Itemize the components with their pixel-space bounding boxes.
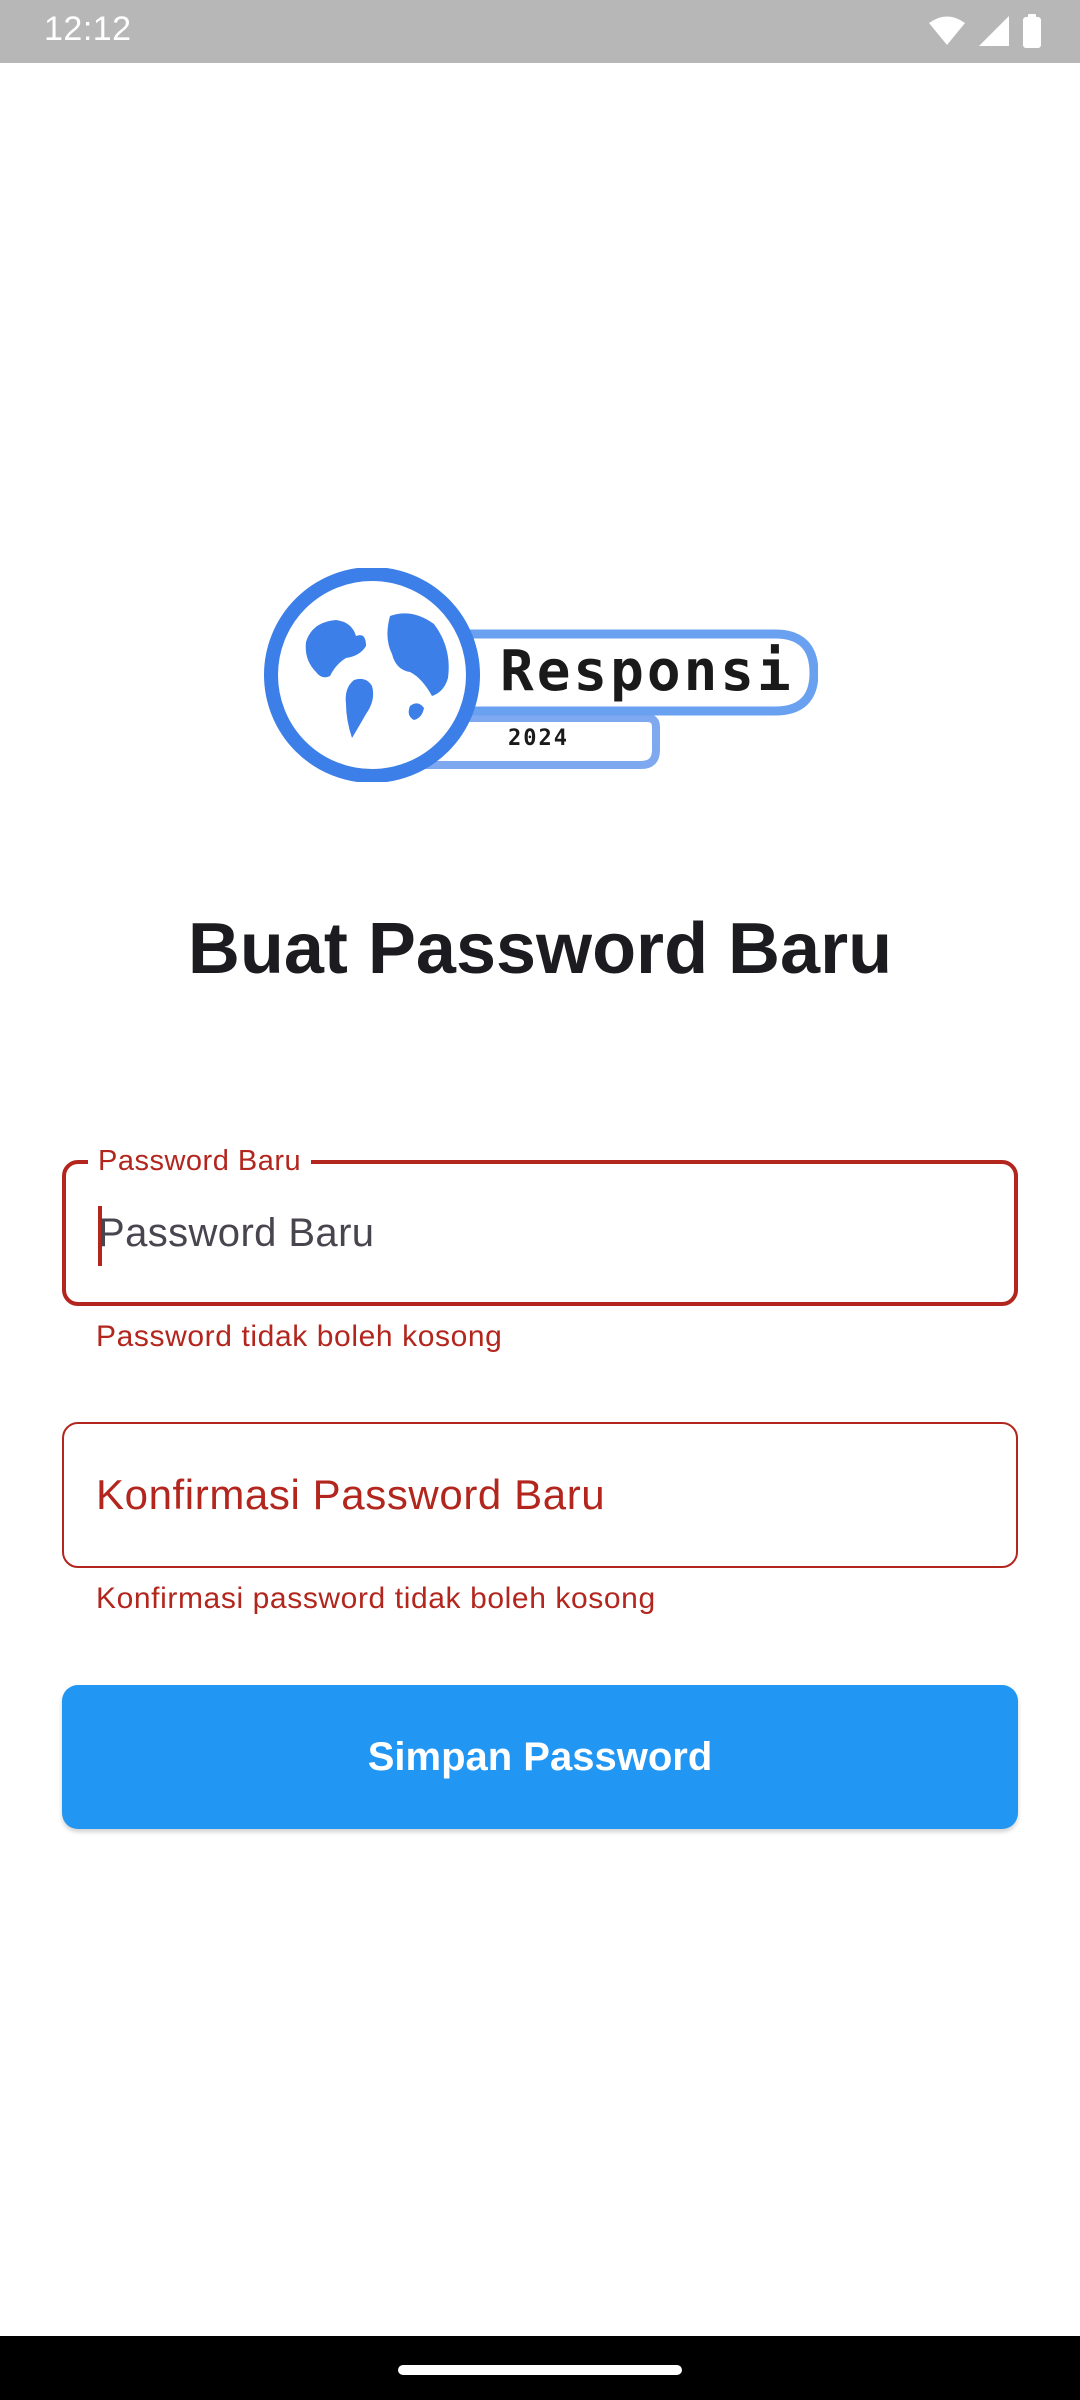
new-password-field[interactable]: Password Baru Password Baru	[62, 1144, 1018, 1306]
new-password-placeholder: Password Baru	[98, 1210, 375, 1255]
globe-icon	[264, 568, 480, 782]
status-icons	[928, 14, 1042, 48]
status-bar: 12:12	[0, 0, 1080, 63]
new-password-error-text: Password tidak boleh kosong	[96, 1320, 503, 1353]
wifi-icon	[928, 16, 966, 46]
confirm-password-error-text: Konfirmasi password tidak boleh kosong	[96, 1582, 656, 1615]
confirm-password-field[interactable]: Konfirmasi Password Baru	[62, 1422, 1018, 1568]
responsi-logo: Responsi 2024	[262, 568, 818, 782]
battery-icon	[1022, 14, 1042, 48]
logo-word: Responsi	[500, 639, 794, 704]
screen: 12:12 Responsi 2024 Buat Password Baru P…	[0, 0, 1080, 2400]
logo-year: 2024	[508, 726, 569, 751]
page-title: Buat Password Baru	[187, 909, 893, 989]
home-indicator[interactable]	[398, 2365, 682, 2375]
save-password-button[interactable]: Simpan Password	[62, 1685, 1018, 1829]
confirm-password-label: Konfirmasi Password Baru	[96, 1471, 606, 1518]
cell-signal-icon	[978, 15, 1010, 47]
status-time: 12:12	[44, 10, 132, 48]
